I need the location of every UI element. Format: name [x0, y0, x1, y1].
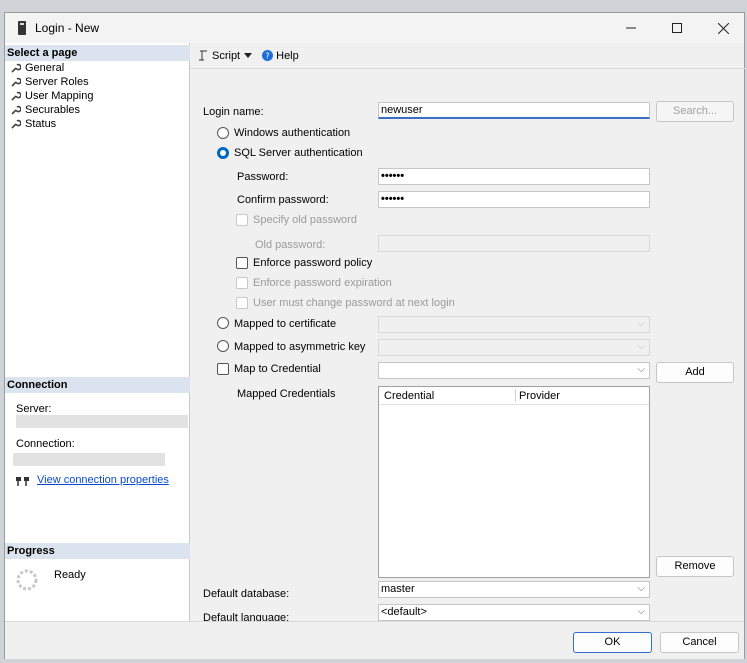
- default-language-value: <default>: [381, 606, 427, 618]
- must-change-password-label: User must change password at next login: [253, 297, 455, 309]
- mapped-credentials-label: Mapped Credentials: [237, 388, 336, 400]
- mapped-asymmetric-key-radio[interactable]: [217, 340, 229, 352]
- help-icon: ?: [262, 50, 274, 61]
- chevron-down-icon[interactable]: [244, 53, 253, 58]
- windows-auth-label: Windows authentication: [234, 127, 351, 139]
- page-general[interactable]: General: [10, 61, 64, 75]
- must-change-password-checkbox[interactable]: [236, 297, 248, 309]
- default-language-dropdown[interactable]: <default>: [378, 604, 650, 621]
- progress-header: Progress: [5, 543, 190, 559]
- connection-value-redacted: [13, 453, 165, 466]
- page-server-roles-label: Server Roles: [25, 76, 89, 88]
- remove-credential-button[interactable]: Remove: [656, 556, 734, 577]
- map-to-credential-checkbox[interactable]: [217, 363, 229, 375]
- server-label: Server:: [16, 403, 52, 415]
- certificate-dropdown[interactable]: [378, 316, 650, 333]
- wrench-icon: [11, 91, 21, 101]
- page-securables-label: Securables: [25, 104, 81, 116]
- old-password-input[interactable]: [378, 235, 650, 252]
- specify-old-password-label: Specify old password: [253, 214, 357, 226]
- window-title: Login - New: [35, 21, 100, 35]
- login-name-input[interactable]: newuser: [378, 102, 650, 119]
- dialog-footer: OK Cancel: [5, 621, 744, 659]
- close-button[interactable]: [700, 13, 746, 43]
- page-user-mapping-label: User Mapping: [25, 90, 94, 102]
- grid-header: Credential Provider: [379, 387, 649, 405]
- enforce-password-expiration-label: Enforce password expiration: [253, 277, 392, 289]
- wrench-icon: [11, 63, 21, 73]
- mapped-certificate-radio[interactable]: [217, 317, 229, 329]
- confirm-password-input[interactable]: ••••••: [378, 191, 650, 208]
- view-connection-properties-link[interactable]: View connection properties: [37, 474, 169, 486]
- old-password-label: Old password:: [255, 239, 326, 251]
- login-new-dialog: Login - New Select a page General Server…: [4, 12, 745, 659]
- sql-auth-label: SQL Server authentication: [234, 147, 363, 159]
- mapped-asymmetric-key-label: Mapped to asymmetric key: [234, 341, 366, 353]
- cancel-button[interactable]: Cancel: [660, 632, 739, 653]
- toolbar: Script ? Help: [190, 43, 745, 69]
- password-input[interactable]: ••••••: [378, 168, 650, 185]
- default-database-label: Default database:: [203, 588, 290, 600]
- page-user-mapping[interactable]: User Mapping: [10, 89, 93, 103]
- title-bar[interactable]: Login - New: [5, 13, 744, 43]
- minimize-button[interactable]: [608, 13, 654, 43]
- map-to-credential-label: Map to Credential: [234, 363, 321, 375]
- column-provider[interactable]: Provider: [519, 390, 560, 402]
- enforce-password-policy-checkbox[interactable]: [236, 257, 248, 269]
- password-label: Password:: [237, 171, 289, 183]
- mapped-certificate-label: Mapped to certificate: [234, 318, 337, 330]
- script-label: Script: [212, 49, 241, 62]
- asymmetric-key-dropdown[interactable]: [378, 339, 650, 356]
- sql-auth-radio[interactable]: [217, 147, 229, 159]
- wrench-icon: [11, 105, 21, 115]
- enforce-password-policy-label: Enforce password policy: [253, 257, 373, 269]
- connection-label: Connection:: [16, 438, 75, 450]
- specify-old-password-checkbox[interactable]: [236, 214, 248, 226]
- app-icon: [18, 21, 26, 35]
- wrench-icon: [11, 77, 21, 87]
- general-page-panel: Script ? Help Login name: newuser Search…: [190, 43, 745, 624]
- select-page-header: Select a page: [5, 45, 190, 61]
- left-panel: Select a page General Server Roles User …: [5, 43, 190, 621]
- connection-properties-icon: [16, 477, 29, 486]
- mapped-credentials-grid[interactable]: Credential Provider: [378, 386, 650, 578]
- default-database-dropdown[interactable]: master: [378, 581, 650, 598]
- page-securables[interactable]: Securables: [10, 103, 80, 117]
- minimize-icon: [626, 27, 636, 29]
- help-button[interactable]: ? Help: [262, 50, 299, 62]
- credential-dropdown[interactable]: [378, 362, 650, 379]
- page-general-label: General: [25, 62, 65, 74]
- search-button[interactable]: Search...: [656, 101, 734, 122]
- maximize-button[interactable]: [654, 13, 700, 43]
- close-icon: [717, 22, 729, 34]
- column-divider: [515, 389, 516, 402]
- server-value-redacted: [16, 415, 188, 428]
- column-credential[interactable]: Credential: [384, 390, 434, 402]
- script-button[interactable]: Script: [198, 49, 253, 62]
- maximize-icon: [672, 23, 682, 33]
- script-icon: [199, 50, 207, 61]
- progress-status: Ready: [54, 569, 86, 581]
- windows-auth-radio[interactable]: [217, 127, 229, 139]
- add-credential-button[interactable]: Add: [656, 362, 734, 383]
- enforce-password-expiration-checkbox[interactable]: [236, 277, 248, 289]
- connection-header: Connection: [5, 377, 190, 393]
- page-status-label: Status: [25, 118, 57, 130]
- page-status[interactable]: Status: [10, 117, 56, 131]
- progress-spinner-icon: [16, 569, 38, 591]
- login-name-label: Login name:: [203, 106, 264, 118]
- default-database-value: master: [381, 583, 415, 595]
- svg-text:?: ?: [266, 52, 270, 61]
- ok-button[interactable]: OK: [573, 632, 652, 653]
- page-server-roles[interactable]: Server Roles: [10, 75, 89, 89]
- confirm-password-label: Confirm password:: [237, 194, 329, 206]
- help-label: Help: [276, 49, 299, 62]
- wrench-icon: [11, 119, 21, 129]
